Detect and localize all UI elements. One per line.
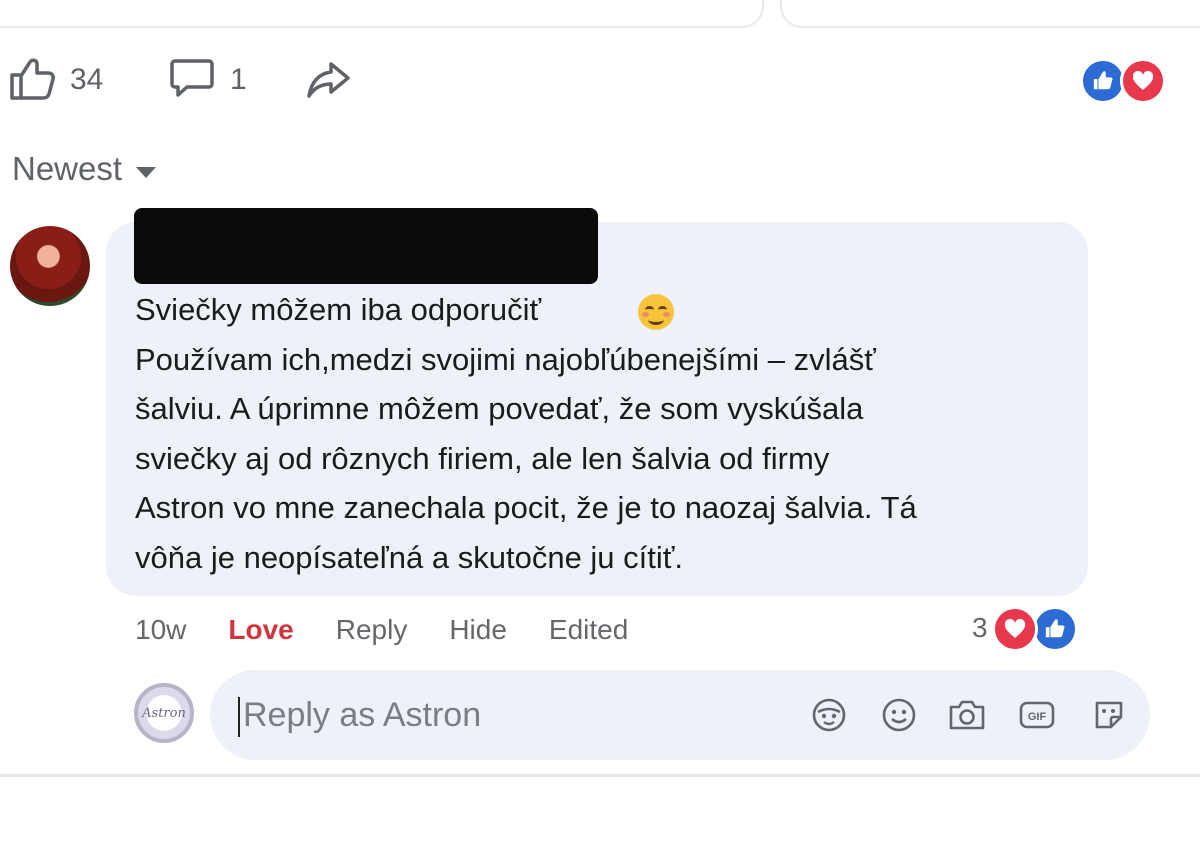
- comment-reaction-count: 3: [972, 612, 988, 643]
- text-cursor: [238, 697, 240, 737]
- edited-label[interactable]: Edited: [549, 614, 628, 646]
- comment-line: vôňa je neopísateľná a skutočne ju cítiť…: [135, 539, 684, 575]
- comment-timestamp[interactable]: 10w: [135, 614, 186, 646]
- comment-meta-row: 10w Love Reply Hide Edited: [135, 610, 670, 650]
- share-icon: [304, 54, 352, 107]
- love-reaction-button[interactable]: Love: [228, 614, 293, 646]
- smiling-emoji-icon: [638, 294, 674, 330]
- reply-placeholder[interactable]: Reply as Astron: [243, 696, 481, 735]
- like-action[interactable]: 34: [8, 52, 103, 108]
- redacted-commenter-name: [134, 208, 598, 284]
- comment-line: sviečky aj od rôznych firiem, ale len ša…: [135, 440, 830, 476]
- caret-down-icon: [136, 166, 157, 178]
- comment-action[interactable]: 1: [168, 52, 247, 108]
- thumbs-up-icon: [8, 54, 56, 107]
- card-bottom-border: [0, 774, 1200, 777]
- emoji-icon[interactable]: [878, 694, 920, 736]
- previous-card-left: [0, 0, 764, 28]
- comment-line: Astron vo mne zanechala pocit, že je to …: [135, 490, 917, 526]
- previous-card-right: [780, 0, 1200, 28]
- comment-sort-dropdown[interactable]: Newest: [12, 150, 157, 188]
- avatar-logo-text: Astron: [142, 705, 186, 721]
- sticker-icon[interactable]: [1088, 694, 1130, 736]
- comment-count: 1: [230, 63, 247, 96]
- svg-text:GIF: GIF: [1028, 711, 1047, 723]
- reply-button[interactable]: Reply: [336, 614, 408, 646]
- avatar-sticker-icon[interactable]: [808, 694, 850, 736]
- like-count: 34: [70, 63, 104, 96]
- comment-text: Sviečky môžem iba odporučiť Používam ich…: [135, 285, 1065, 583]
- gif-icon[interactable]: GIF: [1016, 694, 1058, 736]
- post-action-bar: 34 1: [0, 52, 1200, 112]
- comment-line: Používam ich,medzi svojimi najobľúbenejš…: [135, 341, 876, 377]
- commenter-avatar[interactable]: [10, 226, 90, 306]
- love-icon: [992, 606, 1038, 652]
- sort-label: Newest: [12, 150, 123, 187]
- post-reactions-summary[interactable]: [1080, 58, 1172, 104]
- previous-content-edge: [0, 0, 1200, 30]
- hide-button[interactable]: Hide: [449, 614, 507, 646]
- page-avatar[interactable]: Astron: [134, 683, 194, 743]
- camera-icon[interactable]: [946, 694, 988, 736]
- share-action[interactable]: [304, 52, 352, 108]
- comment-icon: [168, 54, 216, 107]
- comment-line: šalviu. A úprimne môžem povedať, že som …: [135, 391, 864, 427]
- love-reaction-icon: [1120, 58, 1166, 104]
- comment-line: Sviečky môžem iba odporučiť: [135, 292, 542, 327]
- like-icon: [1032, 606, 1078, 652]
